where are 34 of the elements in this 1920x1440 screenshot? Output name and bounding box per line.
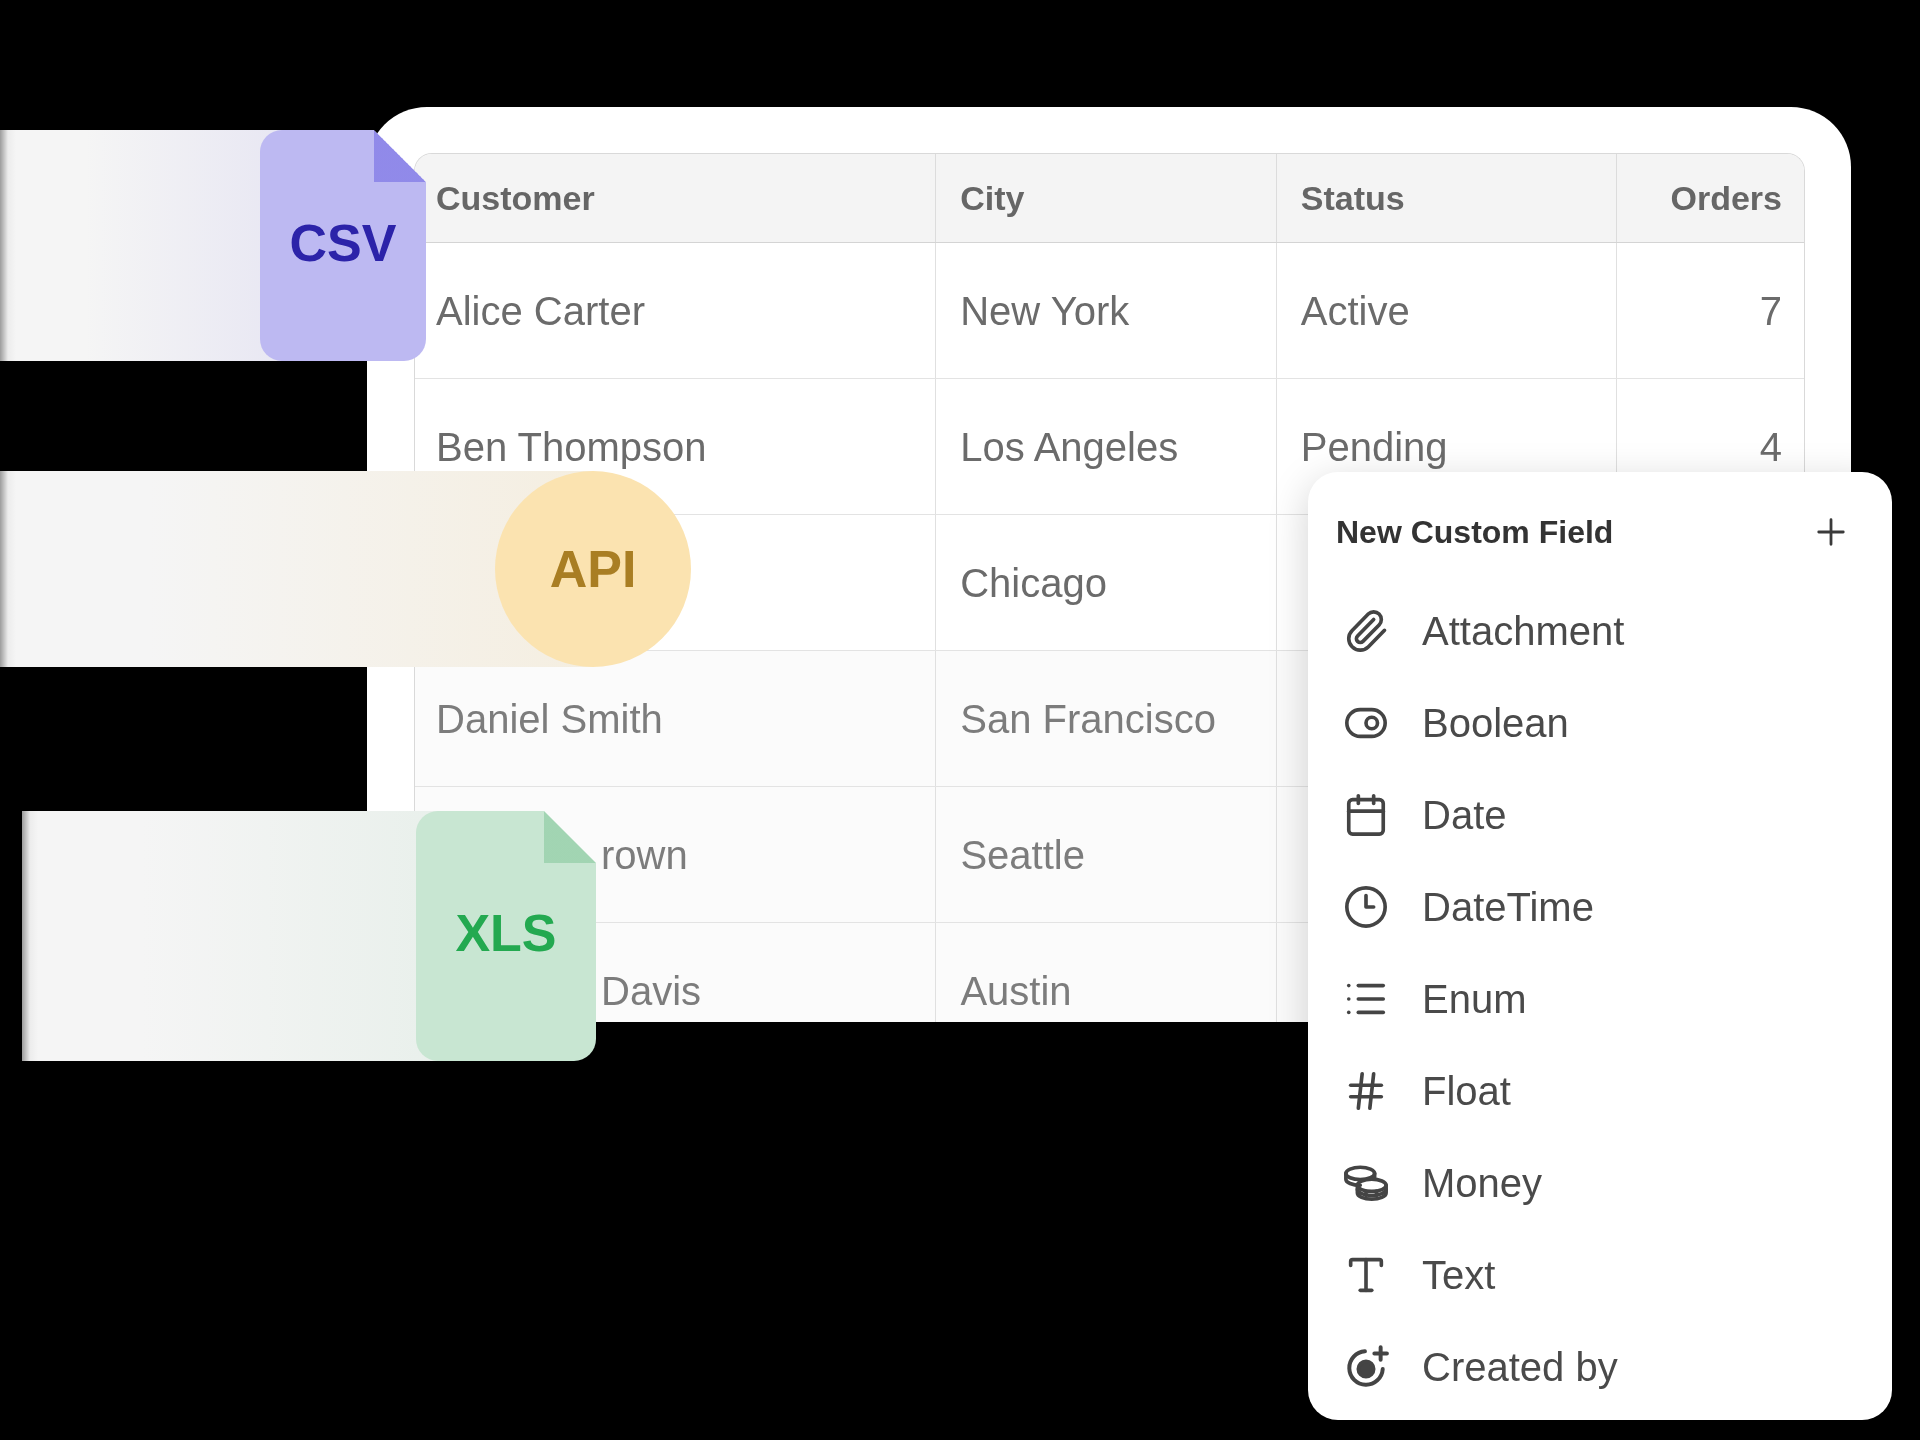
menu-item[interactable]: Date (1343, 769, 1857, 861)
city-name: San Francisco (960, 696, 1216, 742)
menu-item[interactable]: Attachment (1343, 585, 1857, 677)
status-label: Active (1300, 288, 1410, 334)
city-name: Austin (960, 968, 1072, 1014)
status-label: Pending (1300, 424, 1448, 470)
customer-name: Ben Thompson (436, 424, 707, 470)
order-count: 4 (1759, 424, 1782, 470)
menu-title: New Custom Field (1336, 513, 1614, 552)
menu-item[interactable]: Boolean (1343, 677, 1857, 769)
add-field-button[interactable] (1816, 517, 1846, 547)
menu-item[interactable]: Created by (1343, 1321, 1857, 1413)
city-name: Los Angeles (960, 424, 1179, 470)
column-header: Status (1300, 178, 1405, 218)
menu-item[interactable]: DateTime (1343, 861, 1857, 953)
city-name: Seattle (960, 832, 1085, 878)
column-header: Customer (436, 178, 595, 218)
menu-item[interactable]: Enum (1343, 953, 1857, 1045)
plus-icon (1817, 518, 1845, 546)
column-header: City (960, 178, 1025, 218)
menu-item[interactable]: Money (1343, 1137, 1857, 1229)
menu-item[interactable]: Float (1343, 1045, 1857, 1137)
file-tile: XLS (416, 811, 596, 1061)
file-tile: CSV (260, 130, 426, 361)
order-count: 7 (1759, 288, 1782, 334)
city-name: New York (960, 288, 1130, 334)
customer-name: Daniel Smith (436, 696, 663, 742)
customer-name: Alice Carter (436, 288, 645, 334)
customer-name: Davis (601, 968, 702, 1014)
column-header: Orders (1670, 178, 1782, 218)
customer-name: rown (601, 832, 688, 878)
menu-item[interactable]: Text (1343, 1229, 1857, 1321)
city-name: Chicago (960, 560, 1107, 606)
clock-icon (1343, 884, 1389, 930)
